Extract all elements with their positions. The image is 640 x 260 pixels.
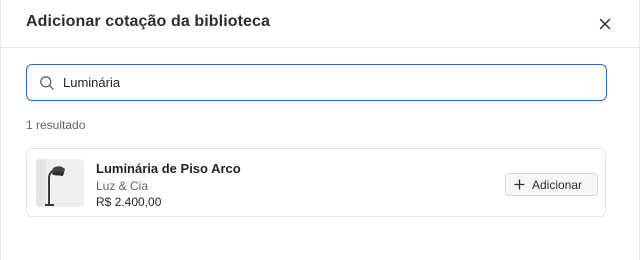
product-brand: Luz & Cia (96, 179, 149, 193)
plus-icon (514, 179, 525, 190)
product-price: R$ 2.400,00 (96, 195, 162, 209)
floor-lamp-image (36, 159, 84, 207)
close-icon (599, 18, 611, 30)
search-icon (40, 76, 54, 90)
product-name: Luminária de Piso Arco (96, 161, 241, 176)
add-button-label: Adicionar (532, 177, 583, 192)
modal-title: Adicionar cotação da biblioteca (26, 13, 271, 30)
search-field[interactable] (26, 64, 607, 101)
result-count: 1 resultado (26, 118, 86, 132)
close-button[interactable] (593, 12, 617, 36)
result-card: Luminária de Piso Arco Luz & Cia R$ 2.40… (26, 148, 606, 217)
product-thumbnail (36, 159, 84, 207)
modal-header: Adicionar cotação da biblioteca (1, 0, 640, 48)
add-button[interactable]: Adicionar (505, 173, 598, 196)
add-quote-modal: Adicionar cotação da biblioteca 1 result… (0, 0, 640, 260)
search-input[interactable] (63, 65, 593, 100)
